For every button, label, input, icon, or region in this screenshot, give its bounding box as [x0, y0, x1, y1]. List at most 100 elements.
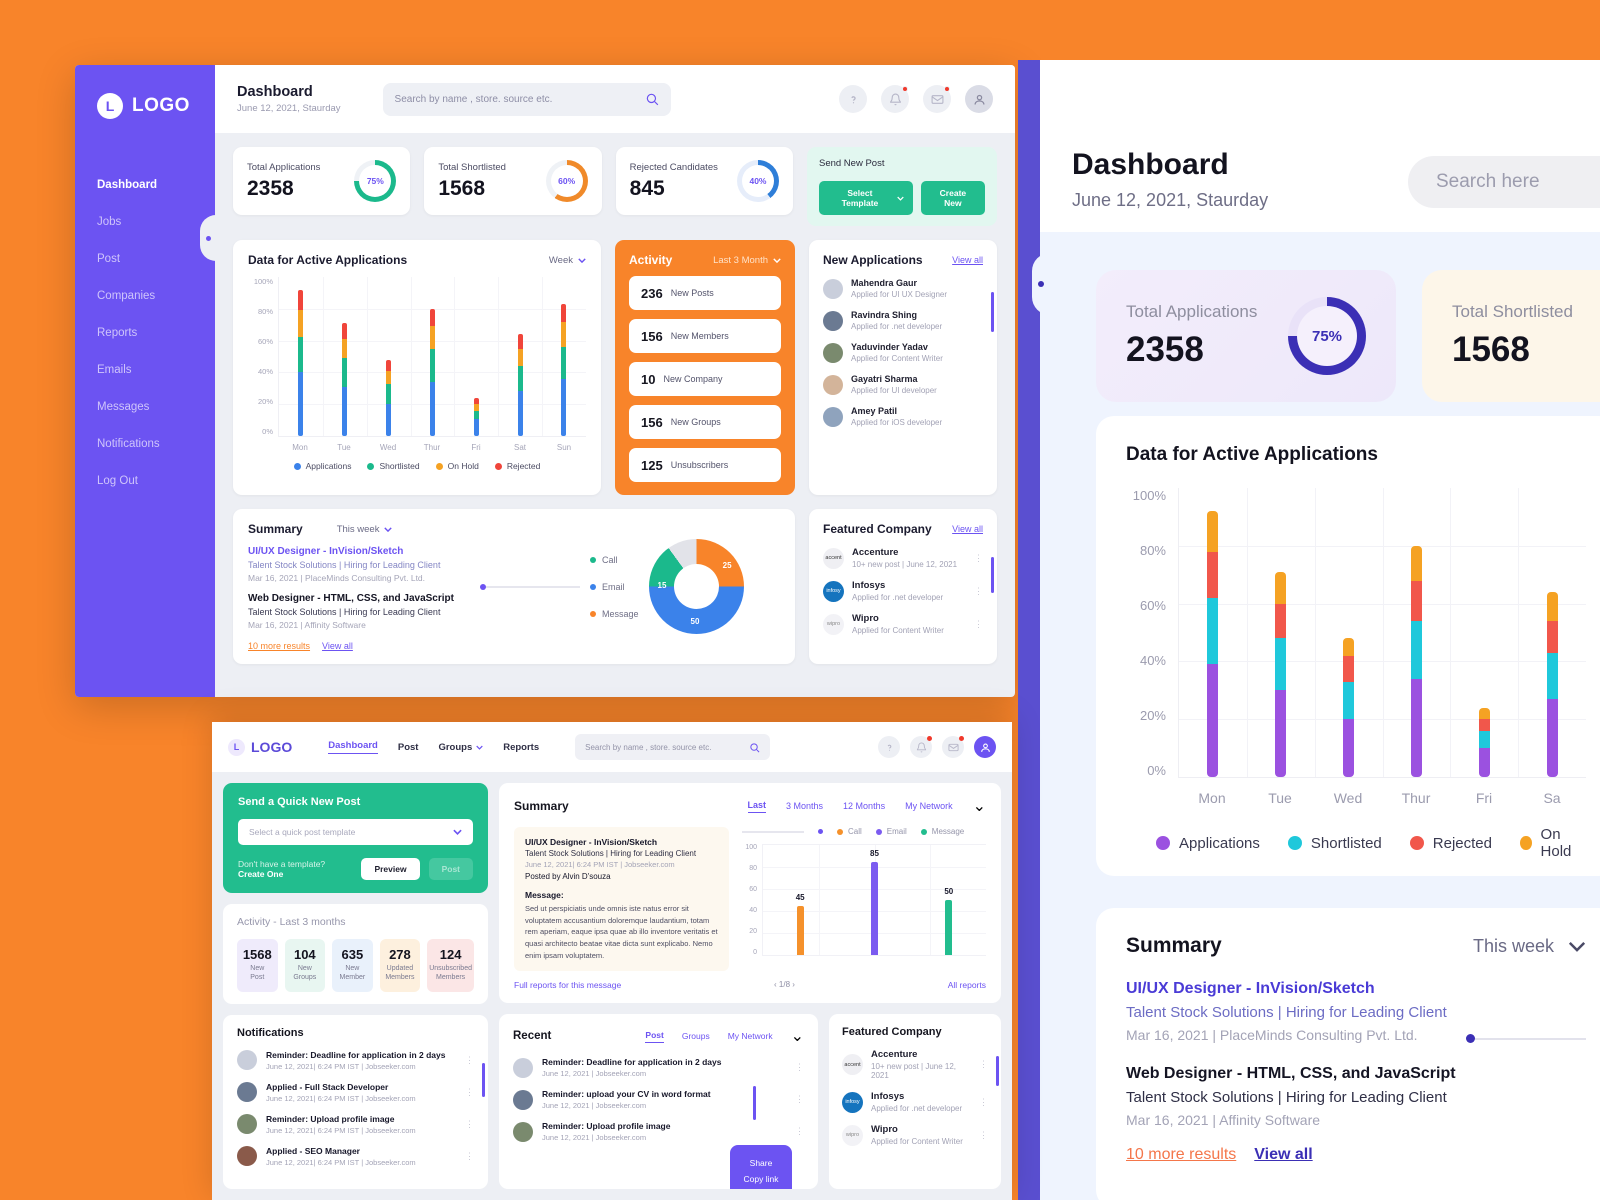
bar-fri[interactable]: [473, 397, 479, 436]
recent-tab-post[interactable]: Post: [645, 1030, 664, 1043]
chart-range-selector[interactable]: Week: [549, 255, 586, 266]
zoom-summary-more-results[interactable]: 10 more results: [1126, 1146, 1236, 1164]
list-item[interactable]: Reminder: Upload profile image June 12, 2…: [513, 1121, 804, 1142]
summary-tab-3-months[interactable]: 3 Months: [786, 801, 823, 811]
zoom-summary-slider[interactable]: [1466, 1034, 1586, 1043]
select-template-button[interactable]: Select Template: [818, 181, 913, 215]
more-options-icon[interactable]: ⋮: [979, 1097, 988, 1108]
bar-tue[interactable]: [342, 323, 348, 436]
company-item[interactable]: wipro Wipro Applied for Content Writer ⋮: [842, 1124, 988, 1146]
summary-view-all[interactable]: View all: [322, 641, 353, 651]
zoom-stat-card[interactable]: Total Applications 2358 75%: [1096, 270, 1396, 402]
mini-bar-call[interactable]: 45: [796, 893, 805, 955]
notifications-icon[interactable]: [881, 85, 909, 113]
bar-mon[interactable]: [298, 289, 304, 436]
logo[interactable]: L LOGO: [75, 85, 215, 119]
application-item[interactable]: Amey Patil Applied for iOS developer: [823, 406, 983, 427]
bar-mon[interactable]: [1207, 511, 1219, 777]
company-item[interactable]: infosy Infosys Applied for .net developer ⋮: [842, 1091, 988, 1113]
activity-stat[interactable]: 124 Unsubscribed Members: [427, 939, 474, 992]
bottom-search-input[interactable]: Search by name , store. source etc.: [575, 734, 771, 760]
full-reports-link[interactable]: Full reports for this message: [514, 980, 621, 990]
sidebar-item-post[interactable]: Post: [75, 241, 215, 278]
stat-card[interactable]: Total Shortlisted 1568 60%: [424, 147, 602, 215]
preview-button[interactable]: Preview: [361, 858, 420, 880]
bar-tue[interactable]: [1275, 571, 1287, 777]
bottom-nav-reports[interactable]: Reports: [503, 742, 539, 753]
create-one-link[interactable]: Create One: [238, 869, 283, 879]
activity-row[interactable]: 125 Unsubscribers: [629, 448, 781, 482]
scrollbar[interactable]: [991, 292, 994, 332]
bar-wed[interactable]: [386, 359, 392, 436]
application-item[interactable]: Yaduvinder Yadav Applied for Content Writ…: [823, 342, 983, 363]
application-item[interactable]: Ravindra Shing Applied for .net developer: [823, 310, 983, 331]
recent-tab-groups[interactable]: Groups: [682, 1031, 710, 1041]
avatar[interactable]: [974, 736, 996, 758]
bottom-nav-post[interactable]: Post: [398, 742, 419, 753]
sidebar-item-companies[interactable]: Companies: [75, 278, 215, 315]
message-pager[interactable]: ‹ 1/8 ›: [774, 980, 795, 990]
more-options-icon[interactable]: ⋮: [979, 1059, 988, 1070]
sidebar-item-notifications[interactable]: Notifications: [75, 426, 215, 463]
bar-thur[interactable]: [429, 308, 435, 436]
more-options-icon[interactable]: ⋮: [795, 1062, 804, 1073]
more-options-icon[interactable]: ⋮: [465, 1151, 474, 1162]
activity-stat[interactable]: 278 Updated Members: [379, 939, 421, 992]
summary-tab-12-months[interactable]: 12 Months: [843, 801, 885, 811]
activity-row[interactable]: 156 New Groups: [629, 405, 781, 439]
messages-icon[interactable]: [942, 736, 964, 758]
quick-post-template-select[interactable]: Select a quick post template: [238, 819, 473, 845]
list-item[interactable]: Reminder: Upload profile image June 12, 2…: [237, 1114, 474, 1135]
sidebar-item-log-out[interactable]: Log Out: [75, 463, 215, 500]
activity-row[interactable]: 10 New Company: [629, 362, 781, 396]
zoom-summary-job-title[interactable]: Web Designer - HTML, CSS, and JavaScript: [1126, 1065, 1586, 1083]
list-item[interactable]: Reminder: upload your CV in word format J…: [513, 1089, 804, 1110]
sidebar-item-dashboard[interactable]: Dashboard: [75, 167, 215, 204]
stat-card[interactable]: Total Applications 2358 75%: [233, 147, 411, 215]
zoom-search-input[interactable]: Search here: [1408, 156, 1600, 208]
scrollbar[interactable]: [753, 1086, 756, 1121]
more-options-icon[interactable]: ⋮: [979, 1130, 988, 1141]
bottom-nav-groups[interactable]: Groups: [438, 742, 483, 753]
scrollbar[interactable]: [996, 1056, 999, 1087]
recent-tab-my-network[interactable]: My Network: [728, 1031, 773, 1041]
activity-row[interactable]: 156 New Members: [629, 319, 781, 353]
bar-thur[interactable]: [1410, 545, 1422, 777]
bar-sat[interactable]: [517, 334, 523, 436]
summary-slider[interactable]: [480, 583, 580, 590]
bar-fri[interactable]: [1478, 707, 1490, 777]
more-options-icon[interactable]: ⋮: [795, 1094, 804, 1105]
activity-stat[interactable]: 104 New Groups: [284, 939, 326, 992]
notifications-icon[interactable]: [910, 736, 932, 758]
bottom-logo[interactable]: L LOGO: [228, 738, 292, 756]
bar-sa[interactable]: [1546, 592, 1558, 777]
list-item[interactable]: Applied - Full Stack Developer June 12, 2…: [237, 1082, 474, 1103]
more-options-icon[interactable]: ⋮: [465, 1119, 474, 1130]
zoom-collapse-handle[interactable]: [1032, 253, 1050, 315]
summary-tab-my-network[interactable]: My Network: [905, 801, 953, 811]
zoom-summary-view-all[interactable]: View all: [1254, 1146, 1312, 1164]
application-item[interactable]: Gayatri Sharma Applied for UI developer: [823, 374, 983, 395]
zoom-summary-range-selector[interactable]: This week: [1473, 936, 1586, 957]
chevron-down-icon[interactable]: ⌄: [973, 796, 986, 816]
scrollbar[interactable]: [482, 1062, 485, 1097]
sidebar-item-messages[interactable]: Messages: [75, 389, 215, 426]
search-input[interactable]: Search by name , store. source etc.: [382, 82, 671, 116]
sidebar-item-reports[interactable]: Reports: [75, 315, 215, 352]
help-icon[interactable]: [878, 736, 900, 758]
share-menu-item[interactable]: Share: [730, 1155, 792, 1171]
application-item[interactable]: Mahendra Gaur Applied for UI UX Designer: [823, 278, 983, 299]
stat-card[interactable]: Rejected Candidates 845 40%: [615, 147, 793, 215]
bottom-nav-dashboard[interactable]: Dashboard: [328, 740, 378, 754]
list-item[interactable]: Reminder: Deadline for application in 2 …: [513, 1057, 804, 1078]
new-applications-view-all[interactable]: View all: [952, 255, 983, 265]
more-options-icon[interactable]: ⋮: [465, 1087, 474, 1098]
more-options-icon[interactable]: ⋮: [795, 1126, 804, 1137]
summary-mini-slider[interactable]: [742, 830, 804, 833]
company-item[interactable]: infosy Infosys Applied for .net developer ⋮: [823, 580, 983, 602]
more-options-icon[interactable]: ⋮: [974, 619, 983, 630]
mini-bar-email[interactable]: 85: [870, 849, 879, 955]
chevron-down-icon[interactable]: ⌄: [791, 1026, 804, 1046]
list-item[interactable]: Reminder: Deadline for application in 2 …: [237, 1050, 474, 1071]
summary-job-title[interactable]: UI/UX Designer - InVision/Sketch: [248, 546, 480, 557]
